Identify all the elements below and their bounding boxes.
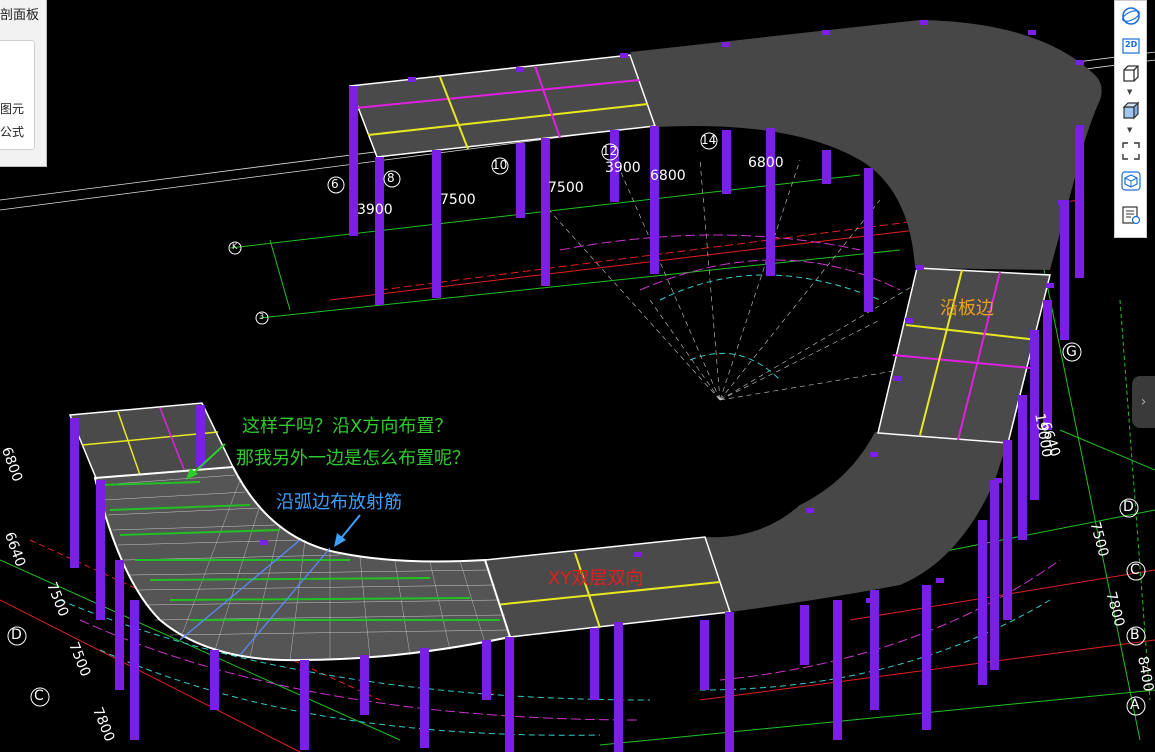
- view-toolbar: 2D ▼ ▼: [1114, 0, 1147, 238]
- view-3d-rotate-icon[interactable]: [1120, 5, 1142, 27]
- model-canvas[interactable]: [0, 0, 1155, 752]
- axis-letter-c-right: C: [1130, 562, 1140, 578]
- axis-number-14: 14: [701, 133, 717, 147]
- dim-3900-left: 3900: [357, 202, 393, 218]
- solid-box-dropdown-caret[interactable]: ▼: [1127, 126, 1132, 134]
- panel-item-formula[interactable]: 公式: [0, 123, 24, 140]
- solid-box-icon[interactable]: [1120, 100, 1142, 122]
- xy-double-layer-annotation: XY双层双向: [548, 568, 644, 589]
- dim-6800-a: 6800: [650, 168, 686, 184]
- slab-edge-annotation: 沿板边: [940, 298, 994, 319]
- axis-letter-d-right: D: [1123, 499, 1134, 515]
- axis-letter-a-right: A: [1130, 697, 1140, 713]
- box-view-icon[interactable]: [1120, 63, 1142, 85]
- slab-top-left[interactable]: [348, 54, 657, 158]
- dim-3900-right: 3900: [605, 160, 641, 176]
- question-annotation-line1: 这样子吗？沿X方向布置？: [242, 416, 453, 437]
- axis-letter-c-left: C: [34, 688, 44, 704]
- slab-left-small[interactable]: [68, 402, 235, 479]
- axis-letter-d-left: D: [11, 627, 22, 643]
- property-list-icon[interactable]: [1120, 204, 1142, 226]
- axis-letter-3: 3: [259, 312, 265, 321]
- arc-rebar-annotation: 沿弧边布放射筋: [276, 492, 402, 513]
- view-2d-label: 2D: [1125, 40, 1138, 49]
- axis-letter-g: G: [1066, 344, 1077, 360]
- axis-letter-k: K: [232, 242, 238, 251]
- dim-7500-a: 7500: [440, 192, 476, 208]
- panel-item-element[interactable]: 图元: [0, 100, 24, 117]
- fit-window-icon[interactable]: [1120, 140, 1142, 162]
- axis-number-10: 10: [492, 158, 508, 172]
- dim-7500-b: 7500: [548, 180, 584, 196]
- dim-6800-b: 6800: [748, 155, 784, 171]
- view-2d-icon[interactable]: 2D: [1120, 35, 1142, 57]
- 3d-cube-icon[interactable]: [1120, 170, 1142, 192]
- axis-number-8: 8: [387, 171, 395, 185]
- question-annotation-line2: 那我另外一边是怎么布置呢？: [236, 448, 470, 469]
- side-panel-expand-handle[interactable]: ›: [1132, 376, 1155, 428]
- axis-number-6: 6: [331, 177, 339, 191]
- section-panel-title: 剖面板: [0, 8, 40, 23]
- section-panel: 剖面板 图元 公式: [0, 0, 47, 167]
- axis-letter-b-right: B: [1130, 627, 1140, 643]
- axis-number-12: 12: [602, 144, 618, 158]
- cad-3d-viewport[interactable]: 6 8 10 12 14 3900 7500 7500 3900 6800 68…: [0, 0, 1155, 752]
- box-view-dropdown-caret[interactable]: ▼: [1127, 88, 1132, 96]
